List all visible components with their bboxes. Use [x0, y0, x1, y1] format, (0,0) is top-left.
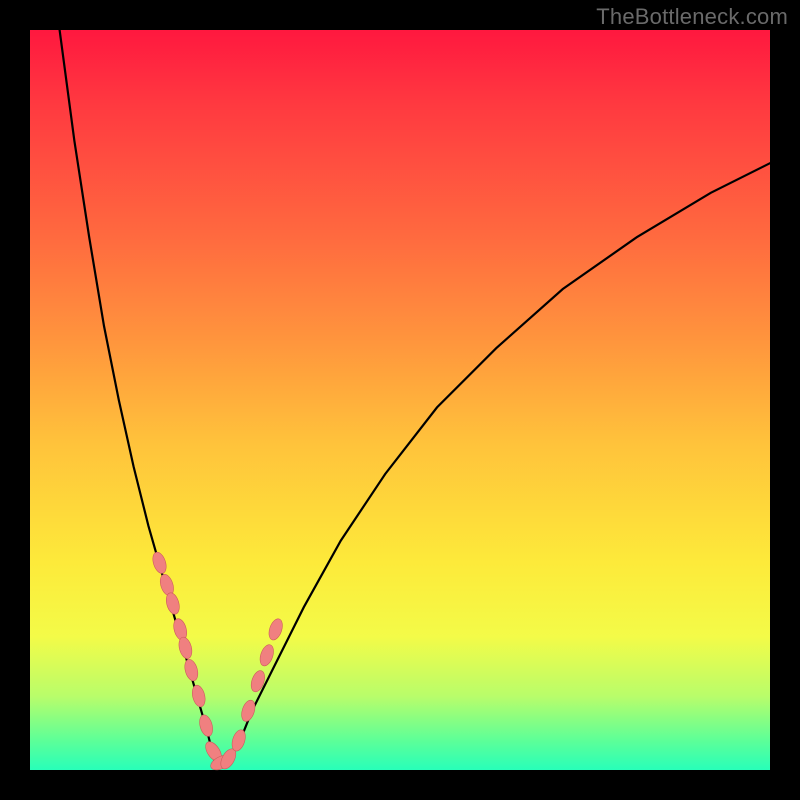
plot-area: [30, 30, 770, 770]
marker-point: [183, 658, 201, 682]
chart-svg: [30, 30, 770, 770]
marker-group: [150, 550, 285, 772]
chart-frame: TheBottleneck.com: [0, 0, 800, 800]
marker-point: [150, 550, 168, 575]
marker-point: [266, 617, 284, 642]
bottleneck-curve: [60, 30, 770, 763]
marker-point: [190, 684, 207, 708]
marker-point: [258, 643, 276, 668]
watermark-text: TheBottleneck.com: [596, 4, 788, 30]
marker-point: [249, 669, 267, 694]
marker-point: [197, 713, 215, 737]
marker-point: [239, 698, 257, 723]
